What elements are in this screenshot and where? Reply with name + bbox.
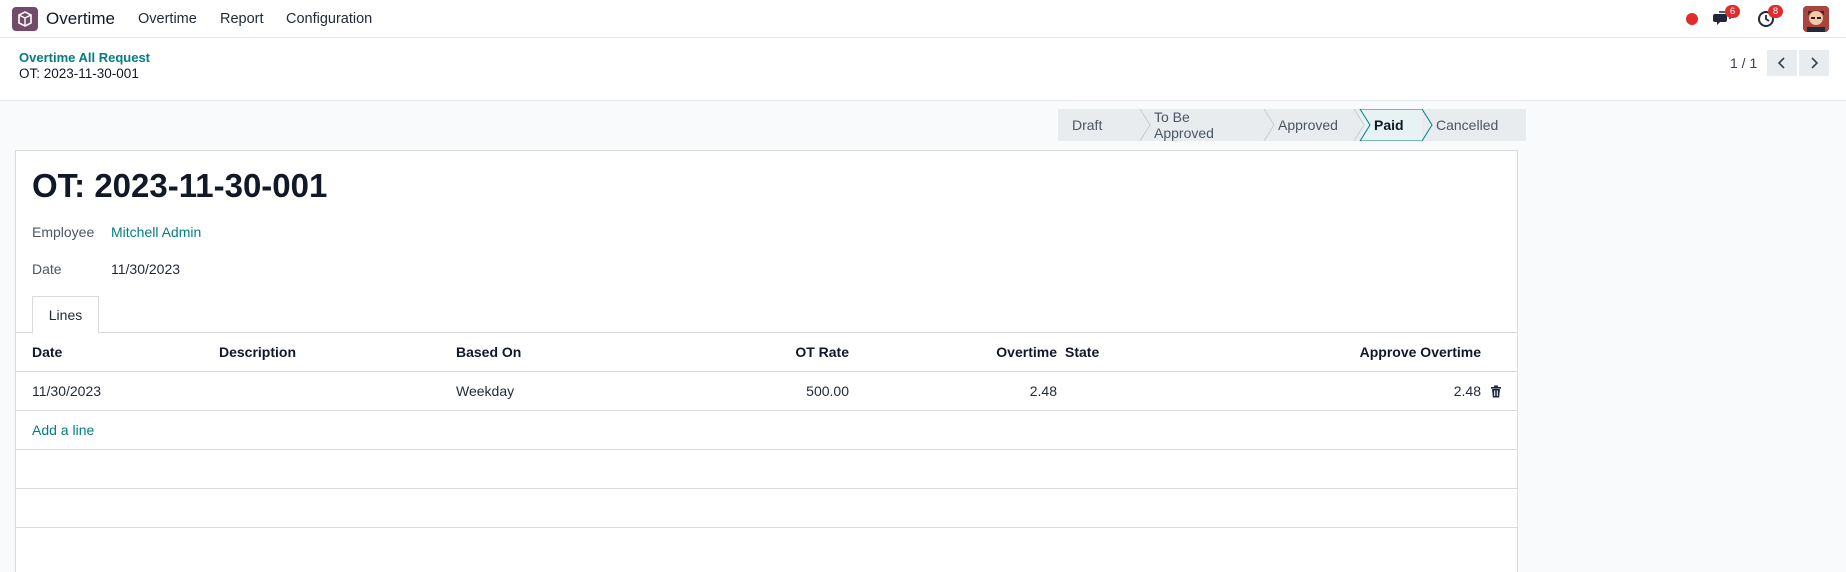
employee-label: Employee: [32, 224, 95, 240]
date-field[interactable]: 11/30/2023: [111, 261, 180, 277]
stage-paid-label: Paid: [1374, 117, 1404, 133]
stage-draft[interactable]: Draft: [1058, 109, 1140, 141]
empty-row: [16, 450, 1517, 489]
recording-indicator-icon[interactable]: [1685, 12, 1699, 26]
chevron-left-icon: [1777, 57, 1785, 69]
stage-approved[interactable]: Approved: [1264, 109, 1360, 141]
pager-next-button[interactable]: [1799, 50, 1829, 76]
form-sheet: OT: 2023-11-30-001 Employee Mitchell Adm…: [15, 150, 1518, 572]
stage-approved-label: Approved: [1278, 117, 1338, 133]
breadcrumb-current: OT: 2023-11-30-001: [19, 66, 139, 81]
menu-configuration[interactable]: Configuration: [286, 11, 372, 27]
col-date[interactable]: Date: [32, 333, 62, 371]
employee-field[interactable]: Mitchell Admin: [111, 224, 201, 240]
stage-to-be-approved[interactable]: To Be Approved: [1140, 109, 1264, 141]
stage-cancelled[interactable]: Cancelled: [1422, 109, 1526, 141]
status-bar: Draft To Be Approved Approved Paid Cance…: [1058, 109, 1526, 141]
col-approve-overtime[interactable]: Approve Overtime: [1266, 333, 1481, 371]
user-avatar[interactable]: [1803, 6, 1829, 32]
cell-overtime[interactable]: 2.48: [876, 372, 1057, 410]
date-label: Date: [32, 261, 62, 277]
app-name[interactable]: Overtime: [46, 9, 115, 29]
pager-value[interactable]: 1 / 1: [1730, 55, 1757, 71]
chevron-right-icon: [1811, 57, 1819, 69]
stage-cancelled-label: Cancelled: [1436, 117, 1499, 133]
stage-draft-label: Draft: [1072, 117, 1103, 133]
col-state[interactable]: State: [1065, 333, 1099, 371]
add-line-link[interactable]: Add a line: [32, 411, 94, 449]
stage-to-be-approved-label: To Be Approved: [1154, 109, 1214, 141]
cell-date[interactable]: 11/30/2023: [32, 372, 101, 410]
empty-row: [16, 489, 1517, 528]
lines-table: Date Description Based On OT Rate Overti…: [16, 333, 1517, 528]
breadcrumb-parent-link[interactable]: Overtime All Request: [19, 50, 150, 65]
tab-lines[interactable]: Lines: [32, 296, 99, 334]
cell-ot-rate[interactable]: 500.00: [656, 372, 849, 410]
add-line-row: Add a line: [16, 411, 1517, 450]
col-based-on[interactable]: Based On: [456, 333, 521, 371]
trash-icon: [1491, 385, 1501, 397]
delete-row-button[interactable]: [1490, 372, 1502, 410]
menu-report[interactable]: Report: [220, 11, 264, 27]
col-ot-rate[interactable]: OT Rate: [656, 333, 849, 371]
menu-overtime[interactable]: Overtime: [138, 11, 197, 27]
messages-button[interactable]: 6: [1713, 5, 1740, 28]
top-navbar: Overtime Overtime Report Configuration 6…: [0, 0, 1846, 38]
notebook-tabs: Lines: [16, 296, 1517, 334]
control-panel: Overtime All Request OT: 2023-11-30-001 …: [0, 38, 1846, 101]
record-title: OT: 2023-11-30-001: [32, 167, 328, 204]
table-header-row: Date Description Based On OT Rate Overti…: [16, 333, 1517, 372]
stage-paid[interactable]: Paid: [1360, 109, 1422, 141]
col-description[interactable]: Description: [219, 333, 296, 371]
cell-based-on[interactable]: Weekday: [456, 372, 514, 410]
cell-approve-overtime[interactable]: 2.48: [1266, 372, 1481, 410]
activities-button[interactable]: 8: [1757, 5, 1783, 28]
messages-badge: 6: [1725, 5, 1740, 18]
col-overtime[interactable]: Overtime: [876, 333, 1057, 371]
table-row[interactable]: 11/30/2023 Weekday 500.00 2.48 2.48: [16, 372, 1517, 411]
pager-previous-button[interactable]: [1767, 50, 1797, 76]
activities-badge: 8: [1768, 5, 1783, 18]
app-logo-icon[interactable]: [12, 7, 38, 31]
